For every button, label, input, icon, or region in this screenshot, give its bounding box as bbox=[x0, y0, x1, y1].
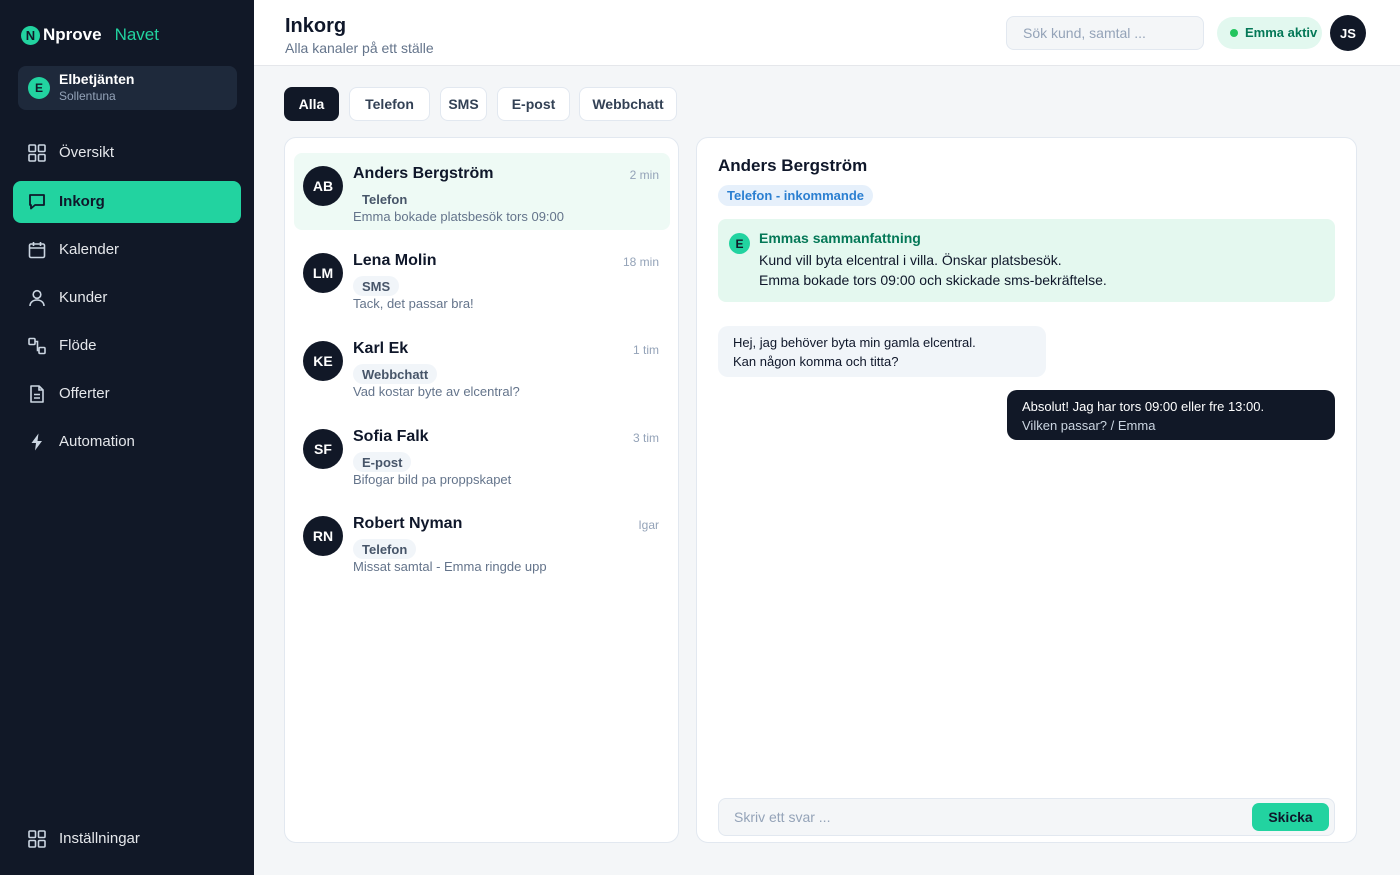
org-location: Sollentuna bbox=[59, 89, 116, 103]
sidebar-item-installningar[interactable]: Inställningar bbox=[13, 818, 241, 860]
brand-logo-icon: N bbox=[21, 25, 40, 45]
grid-icon bbox=[27, 143, 47, 163]
tab-sms[interactable]: SMS bbox=[440, 87, 487, 121]
conversation-preview: Bifogar bild pa proppskapet bbox=[353, 472, 512, 487]
channel-badge: E-post bbox=[353, 452, 412, 472]
avatar[interactable]: JS bbox=[1330, 15, 1366, 51]
sidebar-item-flode[interactable]: Flöde bbox=[13, 325, 241, 367]
sidebar-item-inkorg[interactable]: Inkorg bbox=[13, 181, 241, 223]
sidebar-item-label: Automation bbox=[59, 433, 135, 450]
document-icon bbox=[27, 384, 47, 404]
sidebar-item-label: Kalender bbox=[59, 241, 120, 258]
channel-badge: Telefon - inkommande bbox=[718, 185, 873, 206]
conversation-preview: Missat samtal - Emma ringde upp bbox=[353, 559, 547, 574]
sidebar-item-offerter[interactable]: Offerter bbox=[13, 373, 241, 415]
reply-composer: Skicka bbox=[718, 798, 1335, 836]
conversation-list: AB Anders Bergström 2 min Telefon Emma b… bbox=[284, 137, 679, 843]
sidebar: N Nprove Navet E Elbetjänten Sollentuna … bbox=[0, 0, 254, 875]
message-text: Hej, jag behöver byta min gamla elcentra… bbox=[733, 335, 976, 350]
sidebar-item-kunder[interactable]: Kunder bbox=[13, 277, 241, 319]
tab-webbchatt[interactable]: Webbchatt bbox=[579, 87, 677, 121]
org-avatar: E bbox=[28, 77, 50, 99]
list-item[interactable]: LM Lena Molin 18 min SMS Tack, det passa… bbox=[294, 240, 670, 317]
list-item[interactable]: RN Robert Nyman Igar Telefon Missat samt… bbox=[294, 503, 670, 580]
channel-badge: Webbchatt bbox=[353, 364, 438, 384]
sidebar-item-oversikt[interactable]: Översikt bbox=[13, 132, 241, 174]
org-switcher[interactable]: E Elbetjänten Sollentuna bbox=[18, 66, 237, 110]
status-badge[interactable]: Emma aktiv bbox=[1217, 17, 1322, 49]
top-header: Inkorg Alla kanaler på ett ställe Emma a… bbox=[254, 0, 1400, 66]
sidebar-item-kalender[interactable]: Kalender bbox=[13, 229, 241, 271]
user-icon bbox=[27, 288, 47, 308]
conversation-name: Sofia Falk bbox=[353, 428, 429, 445]
conversation-time: 1 tim bbox=[632, 343, 659, 357]
avatar: LM bbox=[303, 253, 343, 293]
flow-icon bbox=[27, 336, 47, 356]
conversation-time: 3 tim bbox=[632, 431, 659, 445]
tab-alla[interactable]: Alla bbox=[284, 87, 339, 121]
page-title: Inkorg bbox=[285, 15, 347, 37]
conversation-time: Igar bbox=[638, 518, 659, 532]
conversation-name: Anders Bergström bbox=[353, 165, 494, 182]
conversation-detail: Anders Bergström Telefon - inkommande E … bbox=[696, 137, 1357, 843]
org-name: Elbetjänten bbox=[59, 71, 135, 87]
brand-name: Nprove bbox=[43, 25, 102, 44]
conversation-name: Robert Nyman bbox=[353, 515, 463, 532]
list-item[interactable]: AB Anders Bergström 2 min Telefon Emma b… bbox=[294, 153, 670, 230]
status-label: Emma aktiv bbox=[1245, 25, 1318, 40]
summary-title: Emmas sammanfattning bbox=[759, 230, 921, 246]
list-item[interactable]: SF Sofia Falk 3 tim E-post Bifogar bild … bbox=[294, 416, 670, 493]
channel-badge: Telefon bbox=[353, 539, 417, 559]
grid-icon bbox=[27, 829, 47, 849]
calendar-icon bbox=[27, 240, 47, 260]
sidebar-item-label: Inkorg bbox=[59, 193, 105, 210]
message-text: Vilken passar? / Emma bbox=[1022, 418, 1156, 433]
conversation-preview: Emma bokade platsbesök tors 09:00 bbox=[353, 209, 565, 224]
sidebar-item-label: Inställningar bbox=[59, 830, 140, 847]
contact-name: Anders Bergström bbox=[718, 156, 868, 175]
conversation-preview: Tack, det passar bra! bbox=[353, 296, 474, 311]
summary-text: Emma bokade tors 09:00 och skickade sms-… bbox=[759, 272, 1107, 288]
sidebar-item-label: Flöde bbox=[59, 337, 97, 354]
message-text: Kan någon komma och titta? bbox=[733, 354, 899, 369]
channel-badge: SMS bbox=[353, 276, 400, 296]
avatar: AB bbox=[303, 166, 343, 206]
message-outgoing: Absolut! Jag har tors 09:00 eller fre 13… bbox=[1007, 390, 1335, 440]
conversation-name: Karl Ek bbox=[353, 340, 409, 357]
page-subtitle: Alla kanaler på ett ställe bbox=[285, 40, 434, 56]
status-dot-icon bbox=[1230, 29, 1238, 37]
message-text: Absolut! Jag har tors 09:00 eller fre 13… bbox=[1022, 399, 1265, 414]
ai-summary: E Emmas sammanfattning Kund vill byta el… bbox=[718, 219, 1335, 302]
summary-avatar: E bbox=[729, 233, 750, 254]
channel-badge: Telefon bbox=[362, 191, 408, 207]
sidebar-item-label: Offerter bbox=[59, 385, 110, 402]
conversation-name: Lena Molin bbox=[353, 252, 437, 269]
avatar: RN bbox=[303, 516, 343, 556]
brand[interactable]: N Nprove Navet bbox=[21, 24, 159, 46]
avatar: SF bbox=[303, 429, 343, 469]
sidebar-item-automation[interactable]: Automation bbox=[13, 421, 241, 463]
message-incoming: Hej, jag behöver byta min gamla elcentra… bbox=[718, 326, 1046, 377]
reply-input[interactable] bbox=[720, 800, 1240, 834]
sidebar-item-label: Kunder bbox=[59, 289, 108, 306]
tab-e-post[interactable]: E-post bbox=[497, 87, 570, 121]
send-button[interactable]: Skicka bbox=[1252, 803, 1329, 831]
chat-icon bbox=[27, 192, 47, 212]
search-input[interactable] bbox=[1006, 16, 1204, 50]
conversation-time: 18 min bbox=[622, 255, 659, 269]
avatar: KE bbox=[303, 341, 343, 381]
summary-text: Kund vill byta elcentral i villa. Önskar… bbox=[759, 252, 1062, 268]
tab-telefon[interactable]: Telefon bbox=[349, 87, 430, 121]
sidebar-item-label: Översikt bbox=[59, 144, 115, 161]
conversation-time: 2 min bbox=[629, 168, 659, 182]
conversation-preview: Vad kostar byte av elcentral? bbox=[353, 384, 520, 399]
list-item[interactable]: KE Karl Ek 1 tim Webbchatt Vad kostar by… bbox=[294, 328, 670, 405]
brand-subtitle: Navet bbox=[114, 25, 159, 44]
bolt-icon bbox=[27, 432, 47, 452]
